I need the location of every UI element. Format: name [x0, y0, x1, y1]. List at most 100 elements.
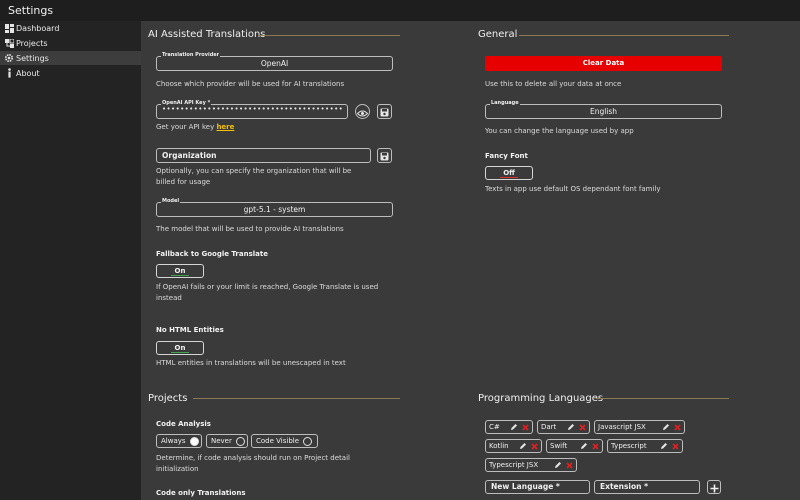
- fancy-font-label: Fancy Font: [485, 152, 528, 160]
- chip-label: Swift: [550, 442, 568, 450]
- html-entities-description: HTML entities in translations will be un…: [156, 359, 346, 367]
- provider-description: Choose which provider will be used for A…: [156, 80, 345, 88]
- language-description: You can change the language used by app: [485, 127, 634, 135]
- input-placeholder: Extension *: [600, 482, 649, 491]
- section-divider: [258, 35, 400, 36]
- delete-icon[interactable]: [521, 423, 529, 431]
- sidebar-item-dashboard[interactable]: Dashboard: [0, 21, 141, 35]
- chip-label: Typescript JSX: [489, 461, 539, 469]
- new-language-input[interactable]: New Language *: [485, 480, 590, 494]
- delete-icon[interactable]: [530, 442, 538, 450]
- radio-never[interactable]: Never: [206, 434, 248, 448]
- delete-icon[interactable]: [578, 423, 586, 431]
- api-key-link[interactable]: here: [216, 123, 234, 131]
- field-label: Translation Provider: [161, 51, 221, 59]
- sidebar-item-about[interactable]: About: [0, 66, 141, 80]
- radio-dot: [303, 436, 313, 446]
- model-select[interactable]: Model gpt-5.1 - system: [156, 197, 393, 217]
- save-icon: [380, 102, 389, 121]
- delete-icon[interactable]: [673, 423, 681, 431]
- language-chip-swift: Swift: [546, 439, 603, 453]
- radio-dot: [189, 436, 199, 446]
- sidebar-item-projects[interactable]: Projects: [0, 36, 141, 50]
- radio-label: Always: [161, 437, 186, 445]
- api-key-value: ••••••••••••••••••••••••••••••••••••••••…: [162, 105, 342, 113]
- chip-label: Dart: [541, 423, 557, 431]
- show-key-button[interactable]: [355, 104, 370, 119]
- chip-label: C#: [489, 423, 500, 431]
- dashboard-icon: [4, 23, 14, 33]
- save-organization-button[interactable]: [377, 148, 392, 163]
- fancy-font-toggle[interactable]: Off: [485, 166, 533, 180]
- radio-code-visible[interactable]: Code Visible: [251, 434, 318, 448]
- field-label: Model: [161, 197, 181, 205]
- sidebar-item-settings[interactable]: Settings: [0, 51, 141, 65]
- language-chip-javascript-jsx: Javascript JSX: [594, 420, 685, 434]
- gear-icon: [4, 53, 14, 63]
- section-title-general: General: [478, 29, 518, 40]
- organization-description-line1: Optionally, you can specify the organiza…: [156, 167, 352, 175]
- clear-data-button[interactable]: Clear Data: [485, 56, 722, 71]
- language-select[interactable]: Language English: [485, 99, 722, 119]
- field-value: OpenAI: [260, 59, 289, 68]
- input-placeholder: New Language *: [491, 482, 560, 491]
- organization-description-line2: billed for usage: [156, 178, 211, 186]
- toggle-value: On: [174, 344, 186, 352]
- field-label: Language: [490, 99, 520, 107]
- pencil-icon[interactable]: [660, 442, 668, 450]
- pencil-icon[interactable]: [554, 461, 562, 469]
- sidebar-item-label: About: [16, 68, 40, 78]
- projects-icon: [4, 38, 14, 48]
- html-entities-toggle[interactable]: On: [156, 341, 204, 355]
- field-value: gpt-5.1 - system: [243, 205, 306, 214]
- clear-data-description: Use this to delete all your data at once: [485, 80, 622, 88]
- add-language-button[interactable]: [707, 480, 721, 494]
- chip-label: Javascript JSX: [598, 423, 646, 431]
- api-key-field[interactable]: OpenAI API Key * •••••••••••••••••••••••…: [156, 99, 348, 119]
- toggle-value: On: [174, 267, 186, 275]
- delete-icon[interactable]: [591, 442, 599, 450]
- sidebar-item-label: Dashboard: [16, 23, 60, 33]
- save-key-button[interactable]: [377, 104, 392, 119]
- section-divider: [519, 35, 729, 36]
- fallback-description-line1: If OpenAI fails or your limit is reached…: [156, 283, 379, 291]
- extension-input[interactable]: Extension *: [594, 480, 700, 494]
- radio-dot: [235, 436, 245, 446]
- plus-icon: [710, 478, 719, 497]
- language-chip-csharp: C#: [485, 420, 533, 434]
- pencil-icon[interactable]: [519, 442, 527, 450]
- info-icon: [4, 68, 14, 78]
- toggle-value: Off: [503, 169, 515, 177]
- toggle-indicator: [171, 275, 189, 276]
- delete-icon[interactable]: [565, 461, 573, 469]
- language-chip-typescript: Typescript: [607, 439, 683, 453]
- pencil-icon[interactable]: [567, 423, 575, 431]
- pencil-icon[interactable]: [580, 442, 588, 450]
- radio-label: Never: [211, 437, 232, 445]
- toggle-indicator: [500, 177, 518, 178]
- field-value: English: [589, 107, 618, 116]
- delete-icon[interactable]: [671, 442, 679, 450]
- translation-provider-select[interactable]: Translation Provider OpenAI: [156, 51, 393, 71]
- settings-content: AI Assisted Translations Translation Pro…: [141, 21, 800, 500]
- pencil-icon[interactable]: [662, 423, 670, 431]
- fallback-toggle[interactable]: On: [156, 264, 204, 278]
- radio-always[interactable]: Always: [156, 434, 202, 448]
- section-title-programming-languages: Programming Languages: [478, 393, 604, 404]
- window-title: Settings: [8, 4, 54, 17]
- model-description: The model that will be used to provide A…: [156, 225, 344, 233]
- language-chip-typescript-jsx: Typescript JSX: [485, 458, 577, 472]
- fallback-label: Fallback to Google Translate: [156, 250, 268, 258]
- save-icon: [380, 146, 389, 165]
- organization-field[interactable]: Organization: [156, 148, 371, 163]
- code-only-translations-label: Code only Translations: [156, 489, 246, 497]
- html-entities-label: No HTML Entities: [156, 326, 224, 334]
- eye-icon: [356, 102, 369, 121]
- code-analysis-description-line2: initialization: [156, 465, 199, 473]
- code-analysis-description-line1: Determine, if code analysis should run o…: [156, 454, 350, 462]
- title-bar: Settings: [0, 0, 800, 21]
- sidebar: Dashboard Projects Settings About: [0, 21, 141, 500]
- pencil-icon[interactable]: [510, 423, 518, 431]
- language-chip-kotlin: Kotlin: [485, 439, 542, 453]
- section-title-ai: AI Assisted Translations: [148, 29, 266, 40]
